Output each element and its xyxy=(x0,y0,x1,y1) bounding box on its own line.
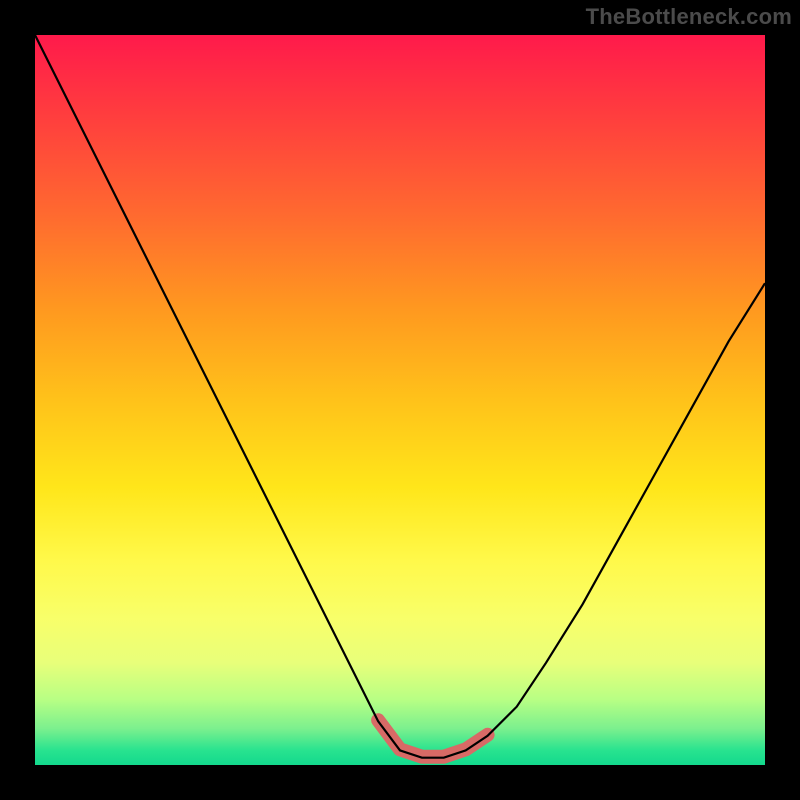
plot-area xyxy=(35,35,765,765)
chart-svg xyxy=(35,35,765,765)
bottleneck-highlight xyxy=(378,720,488,757)
chart-frame: TheBottleneck.com xyxy=(0,0,800,800)
watermark-text: TheBottleneck.com xyxy=(586,4,792,30)
bottleneck-curve xyxy=(35,35,765,758)
